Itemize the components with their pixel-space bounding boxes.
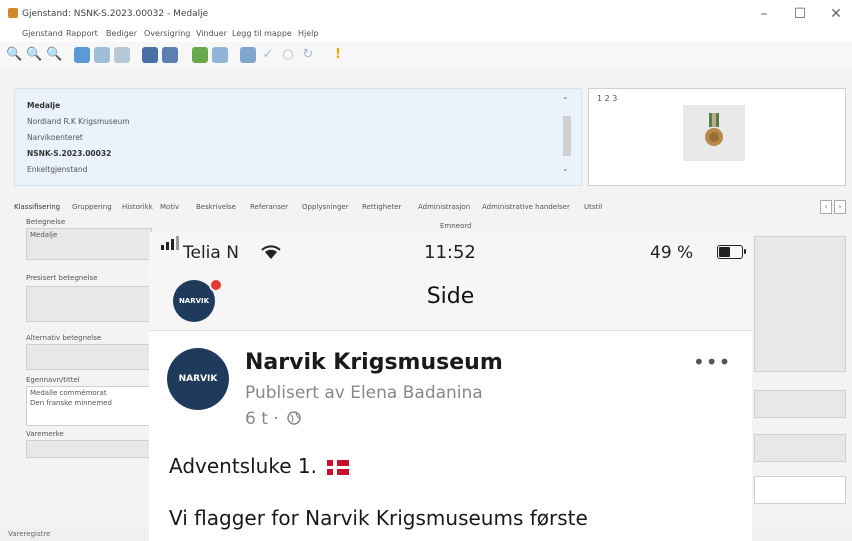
tab-rettigheter[interactable]: Rettigheter [362, 203, 401, 211]
menu-gjenstand[interactable]: Gjenstand [22, 29, 63, 38]
alternativ-label: Alternativ betegnelse [26, 334, 102, 342]
status-text: Vareregistre [8, 530, 51, 538]
refresh-icon[interactable]: ↻ [300, 47, 316, 63]
zoom-out-icon[interactable]: 🔍 [26, 47, 42, 63]
minimize-button[interactable]: – [744, 4, 784, 24]
presisert-label: Presisert betegnelse [26, 274, 98, 282]
tab-beskrivelse[interactable]: Beskrivelse [196, 203, 236, 211]
battery-nub [744, 249, 746, 254]
close-button[interactable]: ✕ [816, 4, 852, 24]
maximize-button[interactable]: ☐ [780, 4, 820, 24]
battery-percent: 49 % [650, 243, 694, 263]
window-title: Gjenstand: NSNK-S.2023.00032 - Medalje [22, 9, 209, 19]
wifi-icon [261, 245, 281, 265]
phone-status-bar: Telia N 11:52 49 % [149, 232, 752, 272]
note-icon[interactable] [240, 47, 256, 63]
zoom-fit-icon[interactable]: 🔍 [46, 47, 62, 63]
tab-referanser[interactable]: Referanser [250, 203, 288, 211]
record-kind: Enkeltgjenstand [27, 165, 88, 174]
menu-rapport[interactable]: Rapport [66, 29, 98, 38]
egennavn-value-1: Medalle commémorat [30, 389, 107, 397]
stack-icon[interactable] [212, 47, 228, 63]
folder-icon[interactable] [114, 47, 130, 63]
menu-bediger[interactable]: Bediger [106, 29, 137, 38]
record-sub: Narvikoenteret [27, 133, 83, 142]
title-bar: Gjenstand: NSNK-S.2023.00032 - Medalje –… [0, 0, 852, 28]
globe-icon [286, 409, 302, 429]
zoom-in-icon[interactable]: 🔍 [6, 47, 22, 63]
menu-oversigring[interactable]: Oversigring [144, 29, 190, 38]
egennavn-field[interactable]: Medalle commémorat Den franske minnemed [26, 386, 152, 426]
chevron-up-icon[interactable]: ⌃ [562, 96, 569, 105]
check-icon[interactable]: ✓ [260, 47, 276, 63]
medal-thumbnail[interactable] [683, 105, 745, 161]
alternativ-field[interactable] [26, 344, 152, 370]
tab-gruppering[interactable]: Gruppering [72, 203, 112, 211]
norwegian-flag-icon [327, 460, 349, 475]
record-name: Medalje [27, 101, 61, 110]
betegnelse-value: Medalje [30, 231, 58, 239]
emneord-field[interactable] [754, 236, 846, 372]
emneord-label: Emneord [440, 222, 472, 230]
menu-legg-til-mappe[interactable]: Legg til mappe [232, 29, 292, 38]
post-text-line-1: Adventsluke 1. [169, 454, 317, 478]
more-options-icon[interactable]: ••• [693, 350, 731, 374]
chevron-down-icon[interactable]: ⌄ [562, 164, 569, 173]
egennavn-label: Egennavn/tittel [26, 376, 80, 384]
battery-icon [717, 245, 743, 259]
circle-icon[interactable]: ○ [280, 47, 296, 63]
print-preview-icon[interactable] [142, 47, 158, 63]
copy-icon[interactable] [94, 47, 110, 63]
tab-historikk[interactable]: Historikk [122, 203, 153, 211]
tab-strip: Klassifisering Gruppering Historikk Moti… [12, 200, 852, 214]
post-published-by: Publisert av Elena Badanina [245, 383, 483, 403]
app-icon [8, 8, 18, 18]
record-owner: Nordland R.K Krigsmuseum [27, 117, 130, 126]
thumbnail-panel: 1 2 3 [588, 88, 846, 186]
thumbnail-pages[interactable]: 1 2 3 [597, 94, 617, 103]
right-field-2[interactable] [754, 390, 846, 418]
scrollbar-thumb[interactable] [563, 116, 571, 156]
record-header: Medalje Nordland R.K Krigsmuseum Narviko… [14, 88, 582, 186]
betegnelse-field[interactable]: Medalje [26, 228, 152, 260]
egennavn-value-2: Den franske minnemed [30, 399, 112, 407]
medal-icon [705, 113, 723, 146]
tab-klassifisering[interactable]: Klassifisering [14, 203, 60, 211]
tree-icon[interactable] [192, 47, 208, 63]
right-field-3[interactable] [754, 434, 846, 462]
tab-administrative-handelser[interactable]: Administrative handelser [482, 203, 570, 211]
phone-screenshot-overlay: Telia N 11:52 49 % NARVIK GISMUSE Side N… [149, 232, 752, 541]
menu-bar: Gjenstand Rapport Bediger Oversigring Vi… [0, 28, 852, 42]
tab-scroll-right[interactable]: › [834, 200, 846, 214]
tab-scroll-left[interactable]: ‹ [820, 200, 832, 214]
varemerke-label: Varemerke [26, 430, 64, 438]
menu-vinduer[interactable]: Vinduer [196, 29, 227, 38]
record-id: NSNK-S.2023.00032 [27, 149, 112, 158]
print-icon[interactable] [162, 47, 178, 63]
nav-title: Side [426, 284, 475, 309]
post-author[interactable]: Narvik Krigsmuseum [245, 350, 503, 375]
menu-hjelp[interactable]: Hjelp [298, 29, 318, 38]
post-text-line-2: Vi flagger for Narvik Krigsmuseums først… [169, 506, 588, 530]
right-field-4[interactable] [754, 476, 846, 504]
post-time: 6 t · [245, 409, 279, 429]
alert-icon[interactable]: ! [330, 47, 346, 63]
betegnelse-label: Betegnelse [26, 218, 66, 226]
phone-time: 11:52 [424, 242, 476, 263]
carrier-name: Telia N [183, 243, 239, 263]
image-icon[interactable] [74, 47, 90, 63]
varemerke-field[interactable] [26, 440, 152, 458]
toolbar: 🔍 🔍 🔍 ✓ ○ ↻ ! [0, 42, 852, 70]
presisert-field[interactable] [26, 286, 152, 322]
header-scrollbar[interactable]: ⌃ ⌄ [560, 96, 574, 178]
post-avatar[interactable]: NARVIK GISMUSE [167, 348, 229, 410]
tab-motiv[interactable]: Motiv [160, 203, 179, 211]
tab-opplysninger[interactable]: Opplysninger [302, 203, 349, 211]
tab-administrasjon[interactable]: Administrasjon [418, 203, 470, 211]
tab-utstil[interactable]: Utstil [584, 203, 602, 211]
